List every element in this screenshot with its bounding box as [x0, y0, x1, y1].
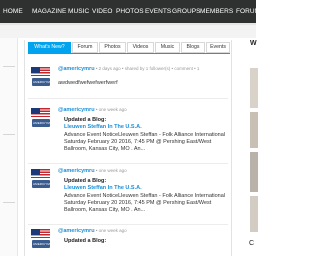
top-nav: HOME MAGAZINE MUSIC VIDEO PHOTOS EVENTS …: [0, 0, 260, 23]
post-author[interactable]: @americymru • one week ago: [58, 107, 127, 113]
post-author[interactable]: @americymru • 2 days ago • shared by 1 f…: [58, 66, 199, 72]
tab-photos[interactable]: Photos: [99, 42, 126, 53]
tab-events[interactable]: Events: [206, 42, 230, 53]
sidebar-divider: [3, 134, 15, 135]
feed-item: AMERICYMRU @americymru • one week ago Up…: [28, 107, 228, 163]
avatar-logo-text: AMERICYMRU: [33, 121, 55, 125]
shared-by-link[interactable]: 1 follower(s): [146, 66, 171, 71]
post-body: awdwedfwefwefwerfwerf: [58, 80, 118, 86]
nav-music[interactable]: MUSIC: [68, 8, 89, 15]
blog-link[interactable]: Lleuwen Steffan In The U.S.A.: [64, 185, 142, 191]
post-time: • one week ago: [94, 107, 127, 112]
activity-label: Updated a Blog:: [64, 238, 107, 244]
nav-magazine[interactable]: MAGAZINE: [32, 8, 66, 15]
nav-photos[interactable]: PHOTOS: [116, 8, 144, 15]
activity-label: Updated a Blog:: [64, 178, 107, 184]
sidebar-thumbnail[interactable]: [250, 68, 258, 108]
tab-whats-new[interactable]: What's New?: [28, 42, 71, 53]
feed-item: AMERICYMRU @americymru • 2 days ago • sh…: [28, 66, 228, 98]
nav-forum[interactable]: FORUM: [236, 8, 260, 15]
activity-label: Updated a Blog:: [64, 117, 107, 123]
nav-home[interactable]: HOME: [3, 8, 23, 15]
shared-label: • shared by: [120, 66, 146, 71]
author-name[interactable]: @americymru: [58, 168, 95, 174]
right-sidebar-heading: W: [250, 40, 257, 47]
left-sidebar: [0, 38, 18, 256]
sidebar-thumbnail[interactable]: [250, 196, 258, 232]
feed-item: AMERICYMRU @americymru • one week ago Up…: [28, 168, 228, 224]
blog-link[interactable]: Lleuwen Steffan In The U.S.A.: [64, 124, 142, 130]
post-author[interactable]: @americymru • one week ago: [58, 228, 127, 234]
sidebar-divider: [3, 202, 15, 203]
blog-excerpt: Advance Event NoticeLleuwen Steffan - Fo…: [64, 193, 226, 213]
nav-events[interactable]: EVENTS: [145, 8, 171, 15]
nav-members[interactable]: MEMBERS: [200, 8, 233, 15]
avatar[interactable]: AMERICYMRU: [30, 168, 55, 190]
author-name[interactable]: @americymru: [58, 66, 95, 72]
flag-canton-icon: [31, 229, 40, 235]
avatar[interactable]: AMERICYMRU: [30, 228, 55, 250]
flag-canton-icon: [31, 67, 40, 73]
avatar-logo-text: AMERICYMRU: [33, 182, 55, 186]
right-sidebar-section-letter: C: [249, 240, 255, 247]
comment-count[interactable]: • comment • 1: [170, 66, 200, 71]
avatar[interactable]: AMERICYMRU: [30, 107, 55, 129]
avatar-logo-text: AMERICYMRU: [33, 242, 55, 246]
tab-forum[interactable]: Forum: [72, 42, 98, 53]
nav-groups[interactable]: GROUPS: [172, 8, 200, 15]
right-sidebar: W C: [244, 40, 258, 256]
tab-blogs[interactable]: Blogs: [181, 42, 205, 53]
feed-divider: [28, 98, 228, 99]
post-author[interactable]: @americymru • one week ago: [58, 168, 127, 174]
sidebar-divider: [3, 66, 15, 67]
subheader-band: [0, 25, 256, 38]
post-time: • one week ago: [94, 228, 127, 233]
tabs-underline: [28, 53, 230, 54]
sidebar-thumbnail[interactable]: [250, 152, 258, 192]
feed-item: AMERICYMRU @americymru • one week ago Up…: [28, 228, 228, 256]
blog-excerpt: Advance Event NoticeLleuwen Steffan - Fo…: [64, 132, 226, 152]
feed-divider: [28, 163, 228, 164]
tab-videos[interactable]: Videos: [127, 42, 154, 53]
feed-divider: [28, 224, 228, 225]
sidebar-thumbnail[interactable]: [250, 112, 258, 148]
avatar-logo-text: AMERICYMRU: [33, 80, 55, 84]
post-time: • 2 days ago: [94, 66, 121, 71]
flag-canton-icon: [31, 169, 40, 175]
tab-music[interactable]: Music: [155, 42, 180, 53]
author-name[interactable]: @americymru: [58, 228, 95, 234]
author-name[interactable]: @americymru: [58, 107, 95, 113]
flag-canton-icon: [31, 108, 40, 114]
post-time: • one week ago: [94, 168, 127, 173]
avatar[interactable]: AMERICYMRU: [30, 66, 55, 88]
nav-video[interactable]: VIDEO: [92, 8, 112, 15]
